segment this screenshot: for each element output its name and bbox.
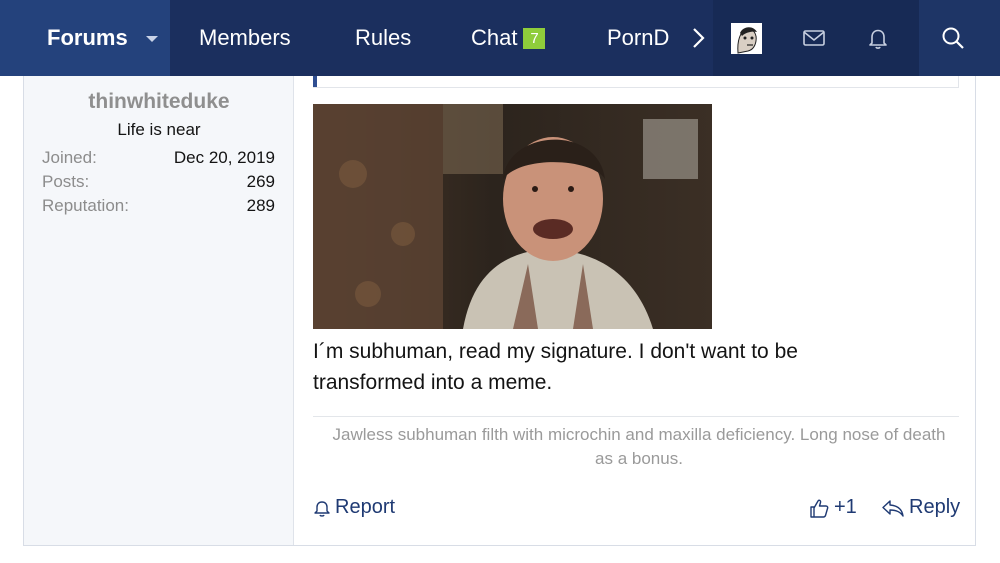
reply-icon — [882, 499, 904, 517]
stat-joined: Joined: Dec 20, 2019 — [42, 148, 275, 170]
bell-icon — [314, 500, 330, 517]
nav-chat[interactable]: Chat 7 — [471, 0, 546, 76]
nav-members[interactable]: Members — [199, 0, 291, 76]
reply-button[interactable]: Reply — [881, 496, 960, 519]
stat-value: Dec 20, 2019 — [173, 148, 275, 167]
nav-chat-label: Chat — [471, 25, 518, 50]
report-button[interactable]: Report — [313, 496, 395, 519]
top-navbar: Forums Members Rules Chat 7 PornD — [0, 0, 1000, 76]
nav-rules[interactable]: Rules — [355, 0, 411, 76]
quote-accent-bar — [313, 76, 317, 87]
chevron-down-icon[interactable] — [146, 36, 158, 42]
stat-label: Posts: — [42, 172, 90, 191]
quote-block-end — [313, 76, 959, 88]
post-image[interactable] — [313, 104, 712, 329]
thumbs-up-icon — [810, 499, 829, 518]
stat-value: 289 — [246, 196, 275, 215]
search-icon[interactable] — [939, 24, 967, 52]
stat-value[interactable]: 269 — [247, 172, 275, 192]
user-title: Life is near — [117, 120, 201, 139]
forum-post: thinwhiteduke Life is near Joined: Dec 2… — [23, 76, 976, 546]
nav-forums-label: Forums — [47, 25, 128, 50]
stat-reputation: Reputation: 289 — [42, 196, 275, 218]
stat-posts: Posts: 269 — [42, 172, 275, 194]
like-button[interactable]: +1 — [808, 496, 857, 519]
bell-icon[interactable] — [864, 24, 892, 52]
user-signature: Jawless subhuman filth with microchin an… — [332, 425, 946, 468]
like-count: +1 — [834, 496, 857, 518]
reply-label: Reply — [909, 496, 961, 518]
stat-label: Reputation: — [42, 196, 129, 215]
user-info-panel: thinwhiteduke Life is near Joined: Dec 2… — [24, 76, 294, 545]
avatar[interactable] — [731, 23, 762, 54]
nav-porn[interactable]: PornD — [607, 0, 669, 76]
mail-icon[interactable] — [800, 24, 828, 52]
username[interactable]: thinwhiteduke — [24, 90, 294, 114]
post-message: I´m subhuman, read my signature. I don't… — [313, 340, 798, 394]
report-label: Report — [335, 496, 396, 518]
signature-divider — [313, 416, 959, 417]
chat-count-badge: 7 — [523, 27, 546, 49]
stat-label: Joined: — [42, 148, 97, 167]
chevron-right-icon[interactable] — [684, 24, 712, 52]
nav-forums[interactable]: Forums — [0, 0, 170, 76]
